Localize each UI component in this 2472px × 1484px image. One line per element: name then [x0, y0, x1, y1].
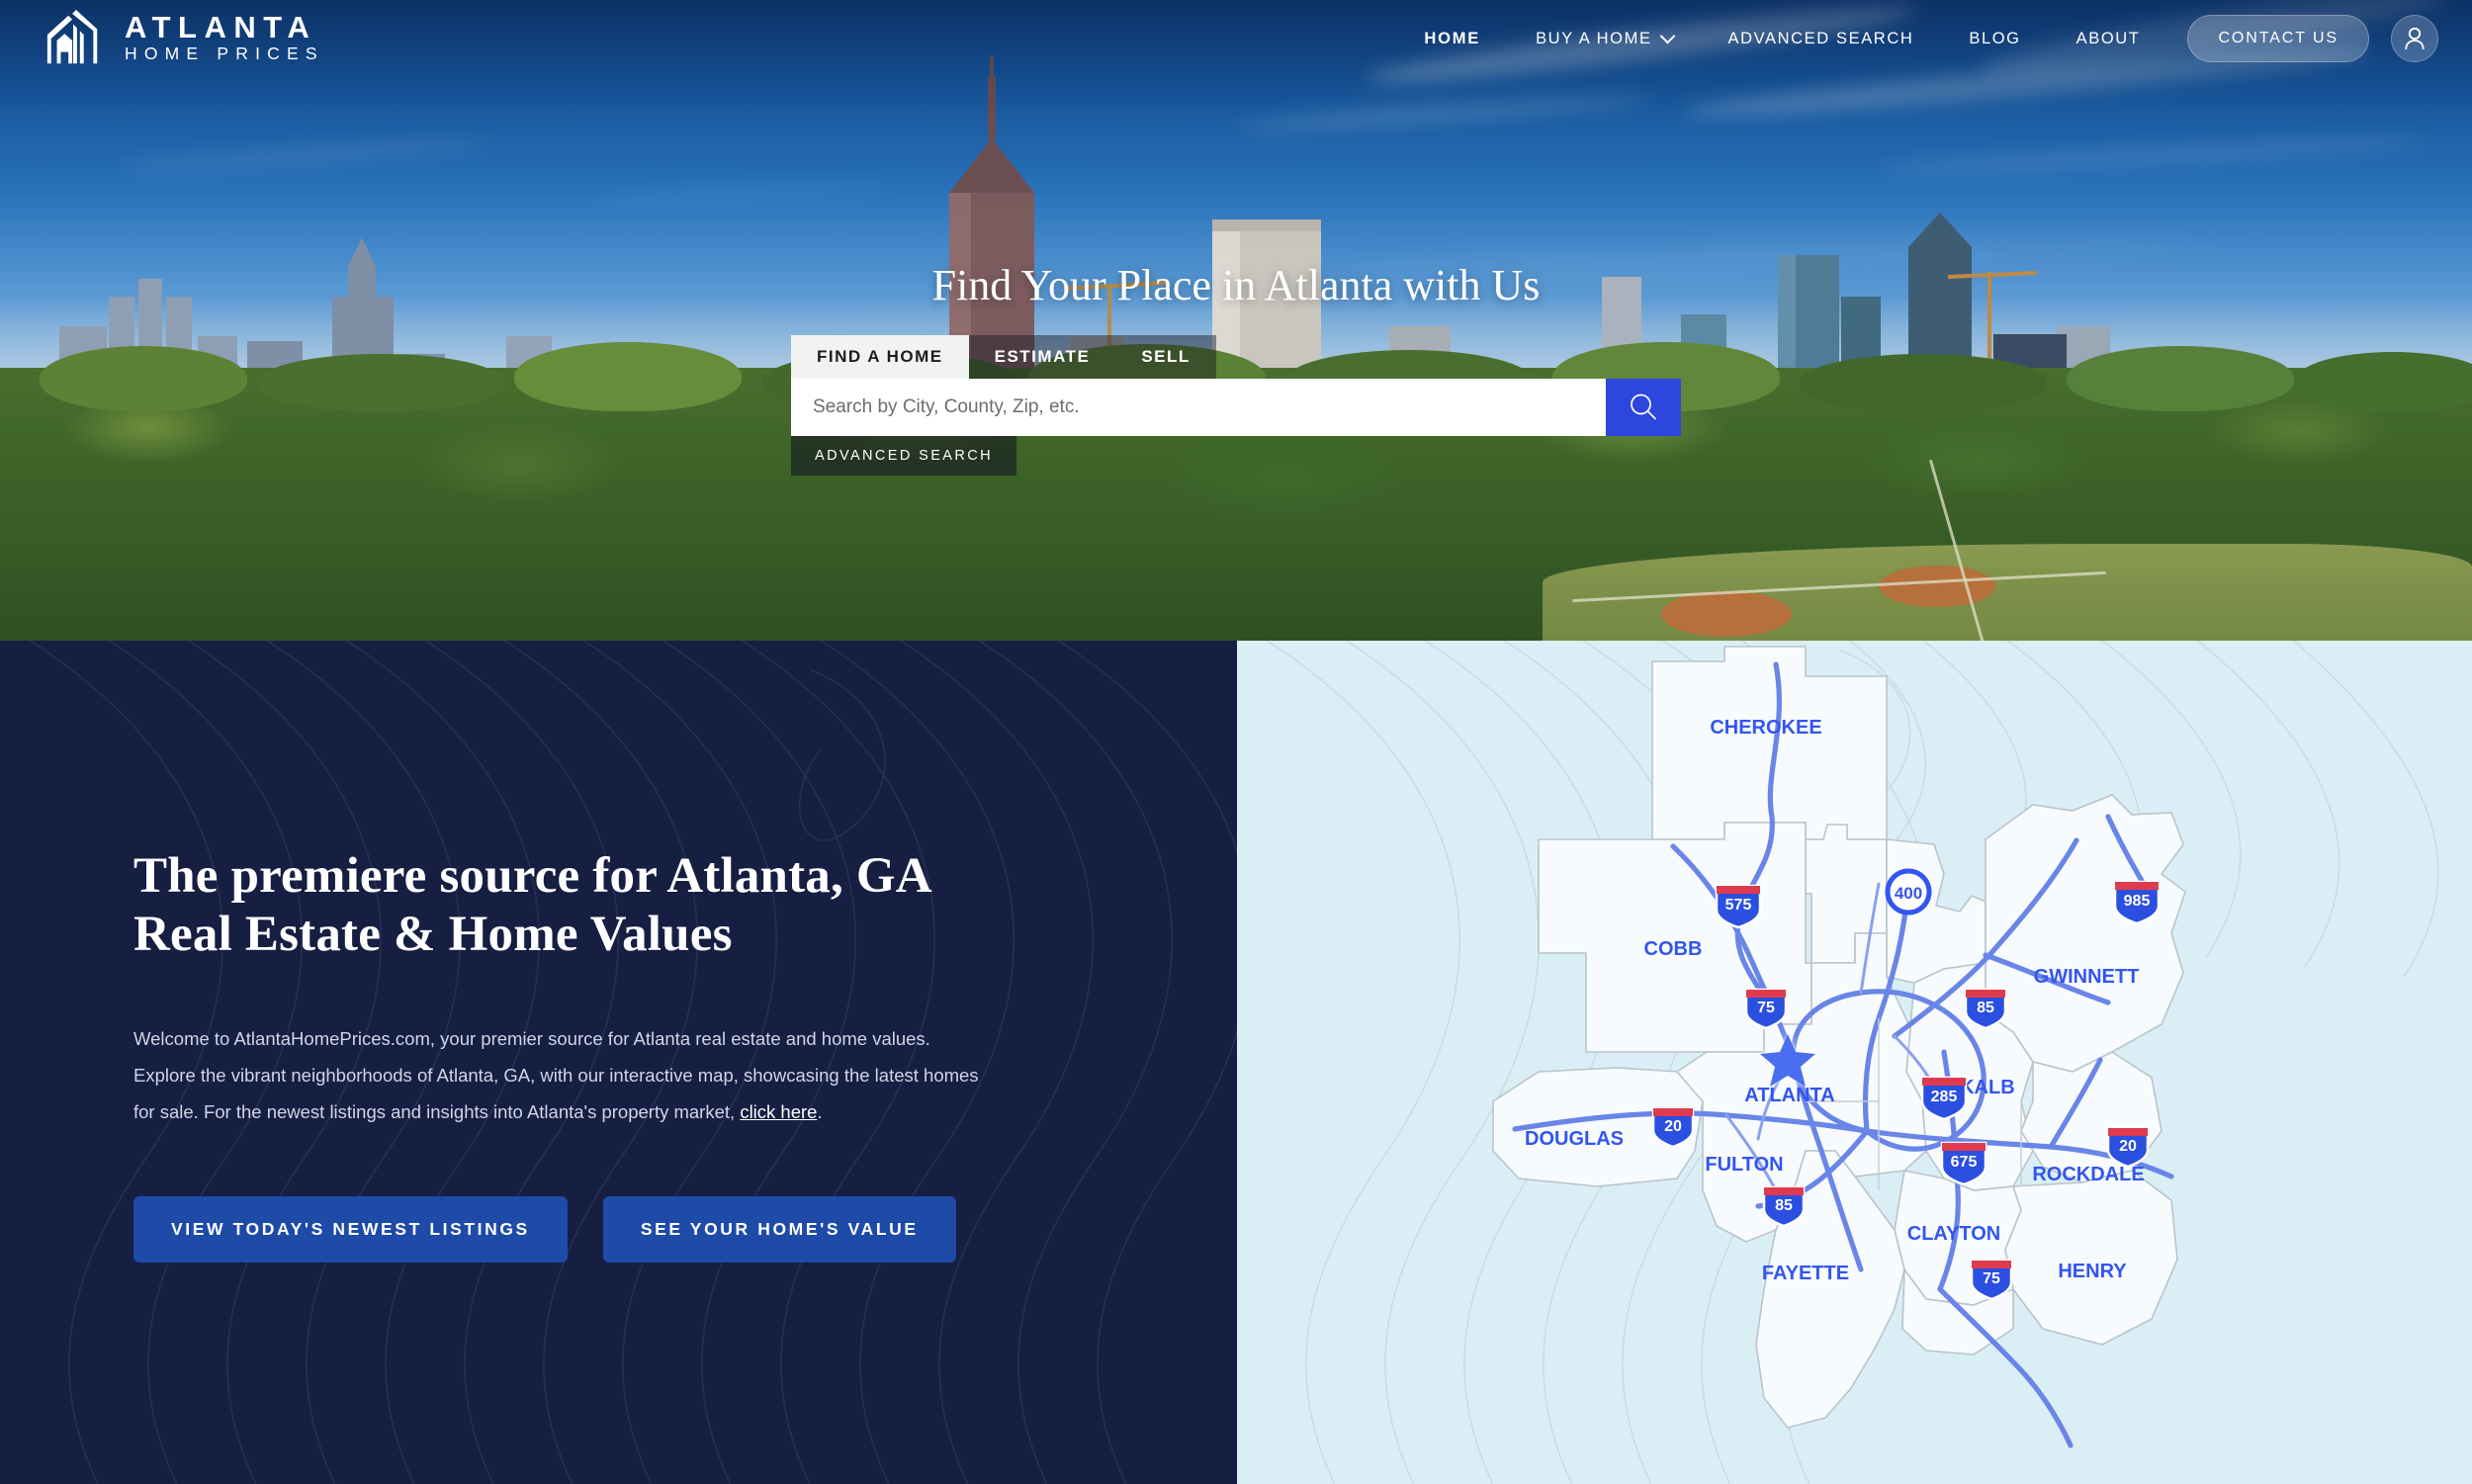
map-label-henry: HENRY	[2058, 1261, 2127, 1282]
click-here-link[interactable]: click here	[740, 1101, 817, 1122]
svg-text:20: 20	[2119, 1138, 2137, 1155]
page-title: The premiere source for Atlanta, GA Real…	[133, 847, 989, 964]
search-bar	[791, 379, 1681, 437]
nav-item-label: ABOUT	[2075, 29, 2141, 47]
search-submit-button[interactable]	[1606, 379, 1681, 437]
highway-shield-400: 400	[1885, 868, 1931, 916]
svg-text:985: 985	[2123, 893, 2150, 910]
highway-shield-20-west: 20	[1651, 1106, 1694, 1149]
page-root: ATLANTA HOME PRICES HOME BUY A HOME ADVA…	[0, 0, 2472, 1484]
highway-shield-75-south: 75	[1970, 1259, 2012, 1301]
cta-row: VIEW TODAY'S NEWEST LISTINGS SEE YOUR HO…	[133, 1196, 989, 1264]
map-label-atlanta: ATLANTA	[1744, 1085, 1834, 1106]
nav-item-advanced-search[interactable]: ADVANCED SEARCH	[1701, 30, 1942, 48]
svg-text:400: 400	[1894, 884, 1921, 903]
map-label-cobb: COBB	[1643, 938, 1702, 960]
lower-section: The premiere source for Atlanta, GA Real…	[0, 641, 2472, 1484]
svg-text:75: 75	[1983, 1270, 2000, 1287]
search-input[interactable]	[791, 379, 1606, 437]
see-home-value-button[interactable]: SEE YOUR HOME'S VALUE	[602, 1196, 956, 1264]
tree	[257, 354, 504, 411]
page-title-line-1: The premiere source for Atlanta, GA	[133, 848, 932, 904]
svg-text:675: 675	[1950, 1154, 1977, 1171]
highway-shield-985: 985	[2113, 880, 2160, 925]
nav-item-label: BUY A HOME	[1536, 29, 1652, 47]
intro-content: The premiere source for Atlanta, GA Real…	[0, 641, 989, 1264]
top-navigation: ATLANTA HOME PRICES HOME BUY A HOME ADVA…	[0, 0, 2472, 77]
house-logo-icon	[46, 9, 98, 64]
nav-item-label: BLOG	[1969, 29, 2021, 47]
tree	[2294, 352, 2472, 411]
svg-text:285: 285	[1930, 1089, 1957, 1105]
nav-item-blog[interactable]: BLOG	[1941, 30, 2048, 48]
nav-item-label: HOME	[1424, 29, 1481, 47]
intro-paragraph-text: Welcome to AtlantaHomePrices.com, your p…	[133, 1028, 979, 1123]
highway-shield-285: 285	[1920, 1076, 1967, 1121]
highway-shield-85-north: 85	[1964, 988, 2006, 1030]
tab-estimate[interactable]: ESTIMATE	[968, 335, 1116, 380]
metro-atlanta-county-map[interactable]: CHEROKEE COBB GWINNETT DEKALB DOUGLAS AT…	[1479, 641, 2231, 1484]
nav-links: HOME BUY A HOME ADVANCED SEARCH BLOG ABO…	[1396, 15, 2472, 62]
map-label-cherokee: CHEROKEE	[1710, 717, 1821, 739]
view-newest-listings-button[interactable]: VIEW TODAY'S NEWEST LISTINGS	[133, 1196, 568, 1264]
nav-item-about[interactable]: ABOUT	[2049, 30, 2168, 48]
user-account-icon	[2405, 27, 2425, 50]
hero-section: ATLANTA HOME PRICES HOME BUY A HOME ADVA…	[0, 0, 2472, 641]
highway-shield-20-east: 20	[2106, 1126, 2149, 1169]
page-title-line-2: Real Estate & Home Values	[133, 907, 733, 963]
svg-text:575: 575	[1724, 897, 1751, 914]
map-label-clayton: CLAYTON	[1906, 1223, 1999, 1245]
logo-subtitle: HOME PRICES	[125, 44, 324, 64]
highway-shield-85-south: 85	[1762, 1185, 1805, 1228]
svg-text:85: 85	[1977, 1000, 1994, 1016]
nav-item-buy-a-home[interactable]: BUY A HOME	[1508, 28, 1700, 48]
contact-us-button[interactable]: CONTACT US	[2187, 15, 2369, 62]
baseball-diamond	[1661, 591, 1792, 637]
tab-find-a-home[interactable]: FIND A HOME	[791, 335, 969, 380]
intro-paragraph: Welcome to AtlantaHomePrices.com, your p…	[133, 1020, 989, 1130]
tree	[2067, 346, 2294, 411]
search-icon	[1631, 394, 1656, 420]
nav-item-home[interactable]: HOME	[1396, 30, 1508, 48]
tree	[40, 346, 247, 411]
site-logo[interactable]: ATLANTA HOME PRICES	[44, 8, 324, 69]
nav-item-label: ADVANCED SEARCH	[1727, 29, 1914, 47]
svg-text:20: 20	[1664, 1118, 1682, 1135]
baseball-diamond	[1879, 566, 1995, 607]
svg-text:75: 75	[1757, 1000, 1775, 1016]
advanced-search-link[interactable]: ADVANCED SEARCH	[791, 436, 1016, 477]
hero-search-widget: Find Your Place in Atlanta with Us FIND …	[791, 261, 1681, 477]
advanced-search-row: ADVANCED SEARCH	[791, 436, 1681, 477]
map-label-gwinnett: GWINNETT	[2033, 966, 2139, 988]
tree	[514, 342, 742, 411]
highway-shield-575: 575	[1715, 884, 1761, 929]
svg-text:85: 85	[1775, 1197, 1793, 1214]
chevron-down-icon	[1659, 28, 1675, 44]
map-label-fayette: FAYETTE	[1761, 1263, 1848, 1284]
hero-title: Find Your Place in Atlanta with Us	[931, 261, 1541, 309]
tab-sell[interactable]: SELL	[1115, 335, 1216, 380]
search-tabs: FIND A HOME ESTIMATE SELL	[791, 335, 1681, 380]
map-panel[interactable]: CHEROKEE COBB GWINNETT DEKALB DOUGLAS AT…	[1237, 641, 2472, 1484]
intro-panel: The premiere source for Atlanta, GA Real…	[0, 641, 1237, 1484]
tree	[1800, 354, 2047, 411]
logo-title: ATLANTA	[125, 9, 317, 44]
highway-shield-75-north: 75	[1744, 988, 1787, 1030]
map-label-douglas: DOUGLAS	[1525, 1128, 1624, 1150]
user-account-button[interactable]	[2391, 15, 2438, 62]
map-label-fulton: FULTON	[1705, 1154, 1783, 1176]
intro-paragraph-tail: .	[817, 1101, 823, 1123]
highway-shield-675: 675	[1940, 1141, 1986, 1186]
